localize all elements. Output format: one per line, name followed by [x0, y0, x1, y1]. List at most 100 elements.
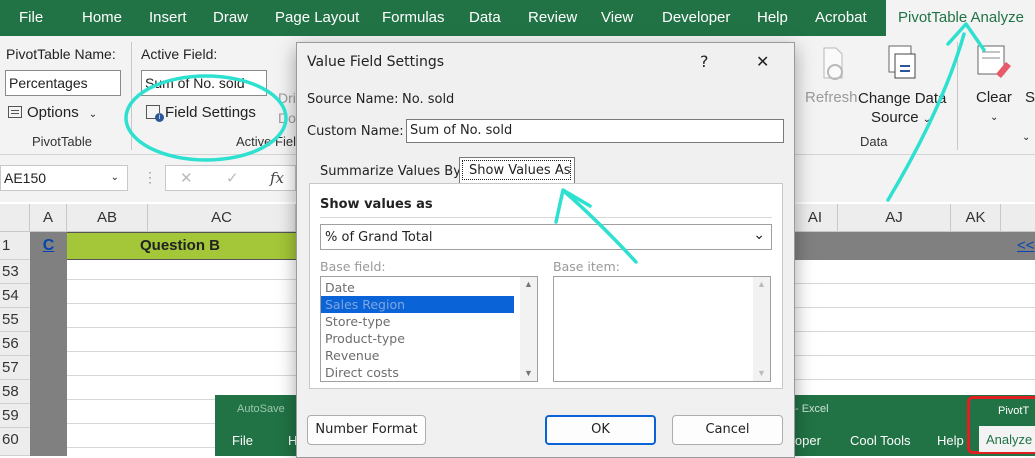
ok-label: OK	[591, 422, 610, 437]
tab-help[interactable]: Help	[757, 0, 788, 36]
column-header[interactable]: AK	[951, 204, 1001, 232]
tab-page-layout[interactable]: Page Layout	[275, 0, 359, 36]
embedded-analyze-label: Analyze	[986, 432, 1033, 447]
tab-view[interactable]: View	[601, 0, 633, 36]
field-settings-icon: i	[146, 105, 164, 122]
tab-show-values-as[interactable]: Show Values As	[459, 157, 575, 184]
scroll-up-icon[interactable]: ▲	[524, 279, 533, 289]
scroll-down-icon[interactable]: ▼	[524, 368, 533, 378]
close-icon[interactable]: ✕	[756, 52, 769, 71]
column-header[interactable]: AJ	[838, 204, 951, 232]
source-name-value: No. sold	[402, 92, 455, 107]
scrollbar[interactable]: ▲ ▼	[520, 277, 537, 381]
clear-button[interactable]: Clear	[976, 89, 1012, 106]
column-header[interactable]: AB	[67, 204, 148, 232]
chevron-down-icon: ⌄	[753, 227, 765, 243]
column-header[interactable]	[1001, 204, 1035, 232]
tab-pivottable-analyze[interactable]: PivotTable Analyze	[886, 0, 1035, 36]
base-item-list[interactable]: ▲ ▼	[553, 276, 771, 382]
pivottable-name-input[interactable]: Percentages	[5, 70, 121, 96]
tab-draw[interactable]: Draw	[213, 0, 248, 36]
embedded-title: - Excel	[795, 403, 829, 415]
row1-link-c[interactable]: C	[30, 232, 67, 260]
tab-data[interactable]: Data	[469, 0, 501, 36]
cancel-button[interactable]: Cancel	[672, 415, 783, 445]
show-values-as-select[interactable]: % of Grand Total ⌄	[320, 224, 772, 250]
custom-name-input[interactable]: Sum of No. sold	[406, 119, 784, 143]
name-box-value: AE150	[4, 170, 47, 186]
list-item[interactable]: Store-type	[321, 313, 514, 330]
show-values-panel: Show values as % of Grand Total ⌄ Base f…	[309, 183, 783, 389]
source-name-label: Source Name:	[307, 92, 399, 107]
refresh-icon	[818, 46, 848, 82]
scrollbar[interactable]: ▲ ▼	[753, 277, 770, 381]
scroll-down-icon[interactable]: ▼	[757, 368, 766, 378]
chevron-down-icon: ⌄	[990, 112, 999, 123]
back-link[interactable]: <<	[1017, 237, 1035, 254]
row-header[interactable]: 53	[0, 260, 30, 284]
row-header[interactable]: 56	[0, 332, 30, 356]
refresh-button[interactable]: Refresh	[805, 89, 858, 106]
embedded-tab-cool-tools: Cool Tools	[850, 433, 911, 448]
list-item[interactable]: Revenue	[321, 347, 514, 364]
list-item[interactable]: Direct costs	[321, 364, 514, 381]
embedded-tab-help: Help	[937, 433, 964, 448]
chevron-down-icon: ⌄	[88, 109, 98, 120]
row-header[interactable]: 58	[0, 380, 30, 404]
group-divider	[957, 42, 958, 150]
show-values-as-selected: % of Grand Total	[325, 230, 433, 245]
tab-file[interactable]: File	[19, 0, 43, 36]
red-highlight-box: PivotT Analyze	[967, 396, 1035, 454]
cells-area-right[interactable]	[793, 260, 1035, 395]
change-data-source-line2: Source	[871, 109, 919, 126]
header-bar-gray: <<	[793, 232, 1035, 260]
tab-review[interactable]: Review	[528, 0, 577, 36]
list-item-selected[interactable]: Sales Region	[321, 296, 514, 313]
group-divider	[131, 42, 132, 150]
tab-developer[interactable]: Developer	[662, 0, 730, 36]
chevron-down-icon: ⌄	[1022, 132, 1031, 143]
embedded-analyze-tab: Analyze	[979, 426, 1035, 452]
select-all-corner[interactable]	[0, 204, 30, 232]
options-button[interactable]: Options ⌄	[8, 104, 97, 121]
column-header[interactable]: A	[30, 204, 67, 232]
formula-controls: ✕ ✓ fx	[165, 165, 296, 191]
row-header[interactable]: 1	[0, 232, 30, 260]
autosave-label: AutoSave	[237, 403, 285, 415]
tab-insert[interactable]: Insert	[149, 0, 187, 36]
question-header-cell[interactable]: Question B	[67, 232, 296, 260]
list-item[interactable]: Product-type	[321, 330, 514, 347]
base-field-list[interactable]: Date Sales Region Store-type Product-typ…	[320, 276, 538, 382]
number-format-label: Number Format	[315, 422, 418, 437]
options-icon	[8, 106, 22, 118]
scroll-up-icon[interactable]: ▲	[757, 279, 766, 289]
tab-home[interactable]: Home	[82, 0, 122, 36]
row-header[interactable]: 57	[0, 356, 30, 380]
fx-icon[interactable]: fx	[270, 169, 284, 187]
column-header[interactable]: AI	[793, 204, 838, 232]
active-field-input[interactable]: Sum of No. sold	[141, 70, 267, 96]
row-header[interactable]: 55	[0, 308, 30, 332]
change-data-source-button[interactable]: Change Data Source ⌄	[858, 89, 946, 129]
name-box[interactable]: AE150 ⌄	[0, 165, 128, 191]
group-label-pivottable: PivotTable	[32, 134, 92, 149]
enter-entry-icon[interactable]: ✓	[226, 169, 239, 187]
cancel-entry-icon[interactable]: ✕	[180, 169, 193, 187]
field-settings-button[interactable]: i Field Settings	[146, 104, 256, 122]
help-button[interactable]: ?	[700, 52, 709, 71]
row-header[interactable]: 59	[0, 404, 30, 428]
drill-down-button-partial[interactable]: Dri Dow	[278, 88, 296, 128]
ok-button[interactable]: OK	[545, 415, 656, 445]
number-format-button[interactable]: Number Format	[307, 415, 426, 445]
select-button-partial[interactable]: S	[1025, 89, 1035, 106]
list-item[interactable]: Date	[321, 279, 514, 296]
row-header[interactable]: 54	[0, 284, 30, 308]
column-a-fill	[30, 232, 67, 456]
tab-formulas[interactable]: Formulas	[382, 0, 445, 36]
row-header[interactable]: 60	[0, 428, 30, 456]
tab-summarize-values-by[interactable]: Summarize Values By	[320, 164, 461, 179]
group-label-data: Data	[860, 134, 888, 149]
tab-acrobat[interactable]: Acrobat	[815, 0, 867, 36]
base-item-label: Base item:	[553, 259, 620, 274]
column-header[interactable]: AC	[148, 204, 296, 232]
